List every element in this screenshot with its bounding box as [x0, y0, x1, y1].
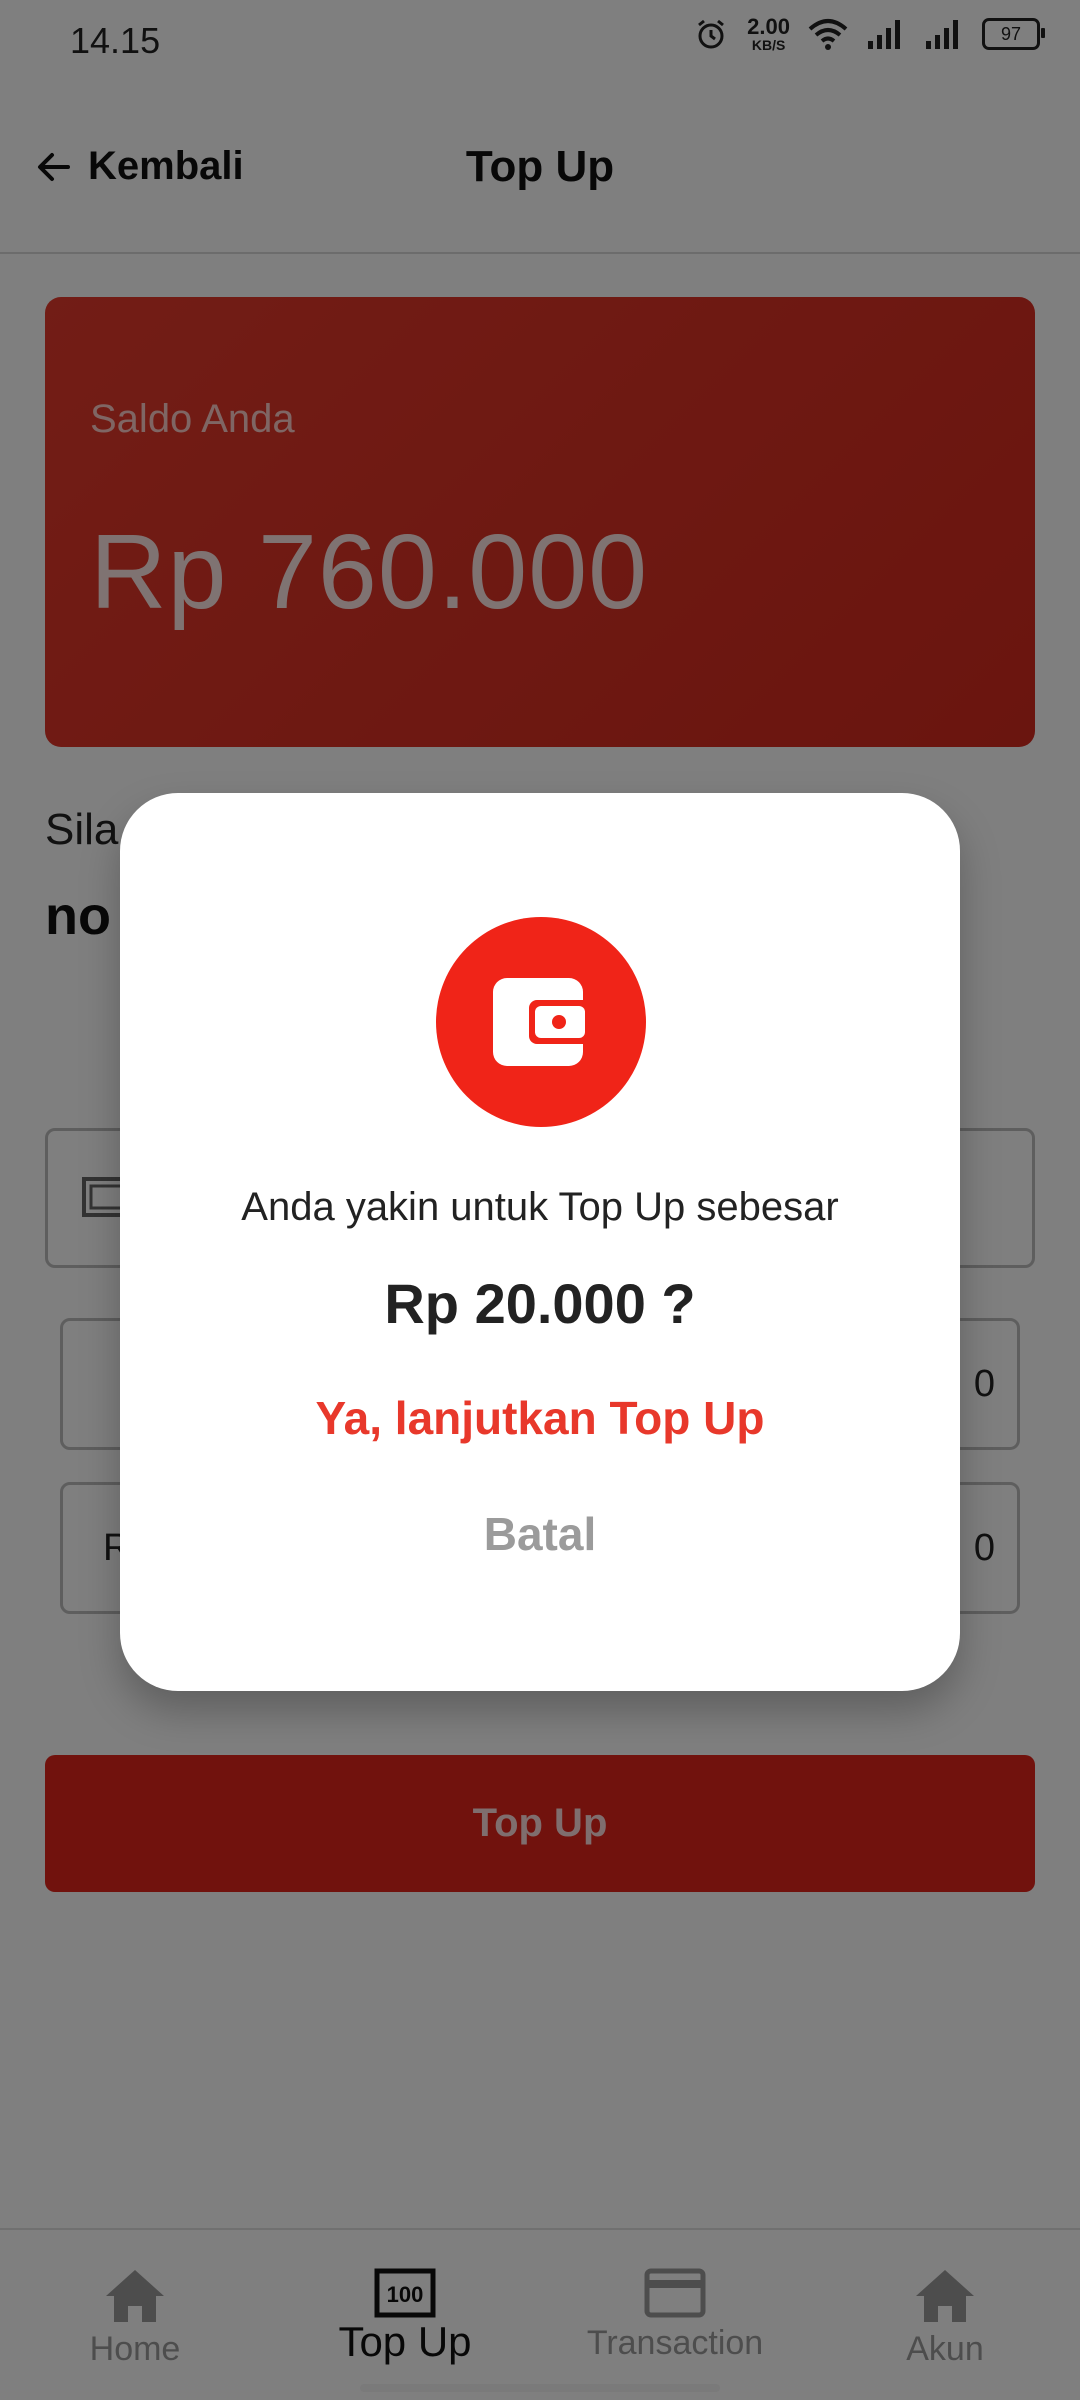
wallet-icon-circle: [436, 917, 646, 1127]
dialog-amount: Rp 20.000 ?: [384, 1272, 696, 1335]
cancel-button[interactable]: Batal: [120, 1507, 960, 1561]
confirm-dialog: Anda yakin untuk Top Up sebesar Rp 20.00…: [120, 793, 960, 1691]
confirm-topup-button[interactable]: Ya, lanjutkan Top Up: [120, 1391, 960, 1445]
dialog-message: Anda yakin untuk Top Up sebesar: [241, 1185, 839, 1229]
wallet-icon: [493, 978, 591, 1066]
